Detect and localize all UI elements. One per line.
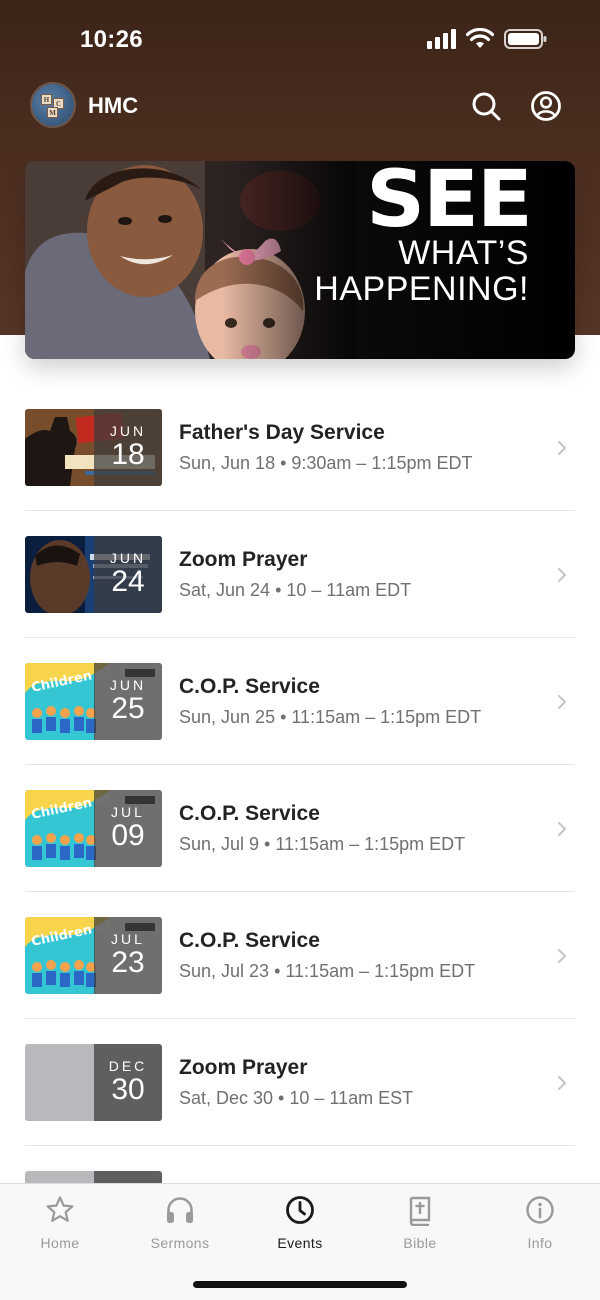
event-row[interactable]: Children of JUN 25 C.O.P. Service Sun, Jun 2… [25, 638, 575, 765]
banner-subheadline: WHAT’S HAPPENING! [314, 235, 529, 307]
banner-line-2: WHAT’S [398, 234, 529, 272]
event-datetime: Sun, Jul 9 • 11:15am – 1:15pm EDT [179, 834, 466, 854]
event-month: JUN [109, 423, 147, 439]
event-day: 09 [111, 819, 145, 852]
banner-photo [25, 161, 355, 359]
banner-headline: SEE [366, 161, 533, 245]
event-title: Father's Day Service [179, 421, 385, 444]
church-logo-icon[interactable]: H C M [30, 82, 76, 128]
event-date-badge: DEC 30 [94, 1044, 162, 1121]
status-icons [427, 28, 548, 50]
tab-sermons[interactable]: Sermons [120, 1184, 240, 1264]
event-thumbnail: JUN 24 [25, 536, 162, 613]
event-row[interactable]: Children of JUL 09 C.O.P. Service Sun, Jul 9… [25, 765, 575, 892]
app-bar: H C M HMC [0, 80, 600, 132]
search-icon[interactable] [470, 90, 502, 122]
event-title: Zoom Prayer [179, 548, 308, 571]
event-day: 30 [111, 1073, 145, 1106]
bible-icon [409, 1196, 431, 1226]
event-row[interactable]: JUN 18 Father's Day Service Sun, Jun 18 • 9… [25, 384, 575, 511]
banner-line-3: HAPPENING! [314, 270, 529, 308]
event-month: JUL [111, 931, 145, 947]
app-title: HMC [88, 93, 139, 118]
tab-sermons-label: Sermons [150, 1235, 210, 1251]
chevron-right-icon [558, 441, 566, 455]
tab-events[interactable]: Events [240, 1184, 360, 1264]
clock-icon [286, 1196, 314, 1224]
event-title: C.O.P. Service [179, 675, 320, 698]
event-thumbnail: Children of JUN 25 [25, 663, 162, 740]
event-datetime: Sun, Jul 23 • 11:15am – 1:15pm EDT [179, 961, 476, 981]
event-date-badge: JUL 09 [94, 790, 162, 867]
chevron-right-icon [558, 949, 566, 963]
status-time: 10:26 [80, 26, 143, 53]
info-icon [526, 1196, 554, 1224]
featured-banner[interactable]: SEE WHAT’S HAPPENING! [25, 161, 575, 359]
event-day: 24 [111, 565, 145, 598]
event-date-badge: JUN 24 [94, 536, 162, 613]
tab-info[interactable]: Info [480, 1184, 600, 1264]
event-month: JUN [109, 550, 147, 566]
event-row[interactable]: DEC 30 Zoom Prayer Sat, Dec 30 • 10 – 11am … [25, 1019, 575, 1146]
headphones-icon [167, 1197, 193, 1223]
event-thumbnail: JUN 18 [25, 409, 162, 486]
event-date-badge: JUL 23 [94, 917, 162, 994]
chevron-right-icon [558, 695, 566, 709]
event-month: JUN [109, 677, 147, 693]
event-date-badge: JUN 25 [94, 663, 162, 740]
event-datetime: Sun, Jun 25 • 11:15am – 1:15pm EDT [179, 707, 482, 727]
event-date-badge: JUN 18 [94, 409, 162, 486]
tab-bible-label: Bible [403, 1235, 437, 1251]
tab-bible[interactable]: Bible [360, 1184, 480, 1264]
account-icon[interactable] [530, 90, 562, 122]
event-datetime: Sat, Jun 24 • 10 – 11am EDT [179, 580, 412, 600]
event-month: JUL [111, 804, 145, 820]
event-datetime: Sun, Jun 18 • 9:30am – 1:15pm EDT [179, 453, 473, 473]
tab-info-label: Info [527, 1235, 553, 1251]
chevron-right-icon [558, 1076, 566, 1090]
star-icon [46, 1196, 74, 1222]
event-row[interactable]: JUN 24 Zoom Prayer Sat, Jun 24 • 10 – 11am … [25, 511, 575, 638]
event-row[interactable]: Children of JUL 23 C.O.P. Service Sun, Jul 2… [25, 892, 575, 1019]
tab-home-label: Home [40, 1235, 80, 1251]
event-thumbnail: Children of JUL 23 [25, 917, 162, 994]
event-title: Zoom Prayer [179, 1056, 308, 1079]
status-bar: 10:26 [0, 0, 600, 80]
event-thumbnail: Children of JUL 09 [25, 790, 162, 867]
event-day: 18 [111, 438, 145, 471]
event-day: 25 [111, 692, 145, 725]
event-day: 23 [111, 946, 145, 979]
chevron-right-icon [558, 568, 566, 582]
event-title: C.O.P. Service [179, 929, 320, 952]
event-datetime: Sat, Dec 30 • 10 – 11am EST [179, 1088, 414, 1108]
events-list: JUN 18 Father's Day Service Sun, Jun 18 • 9… [25, 384, 575, 1273]
home-indicator[interactable] [193, 1281, 407, 1288]
battery-icon [504, 29, 547, 49]
cellular-signal-icon [427, 29, 456, 49]
wifi-icon [466, 28, 494, 48]
event-thumbnail: DEC 30 [25, 1044, 162, 1121]
tab-events-label: Events [277, 1235, 323, 1251]
event-title: C.O.P. Service [179, 802, 320, 825]
event-month: DEC [108, 1058, 148, 1074]
tab-home[interactable]: Home [0, 1184, 120, 1264]
chevron-right-icon [558, 822, 566, 836]
